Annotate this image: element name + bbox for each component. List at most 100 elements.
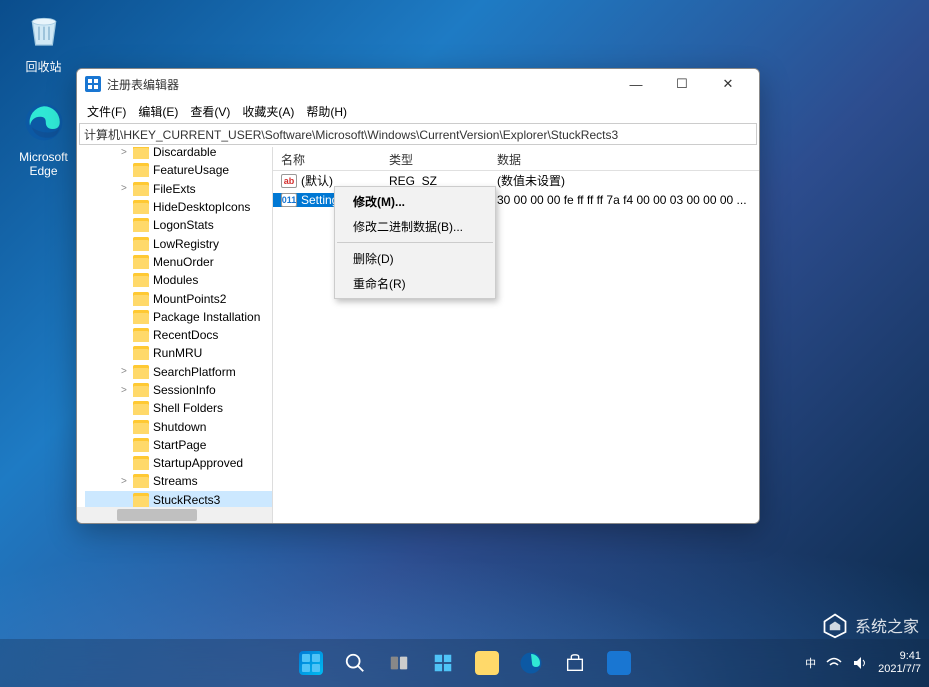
value-data: (数值未设置) — [489, 172, 759, 189]
menu-view[interactable]: 查看(V) — [184, 101, 236, 122]
tree-item-label: HideDesktopIcons — [153, 200, 250, 214]
context-separator — [337, 242, 493, 243]
context-modify-binary[interactable]: 修改二进制数据(B)... — [335, 214, 495, 239]
context-rename[interactable]: 重命名(R) — [335, 271, 495, 296]
watermark: 系统之家 — [821, 611, 919, 639]
tray-ime[interactable]: 中 — [805, 655, 816, 671]
system-tray[interactable]: 中 9:41 2021/7/7 — [805, 639, 921, 687]
column-type[interactable]: 类型 — [381, 147, 489, 170]
maximize-button[interactable]: ☐ — [659, 69, 705, 99]
tree-item-mountpoints2[interactable]: MountPoints2 — [85, 289, 272, 307]
tray-time[interactable]: 9:41 — [878, 650, 921, 663]
expand-icon[interactable]: > — [121, 366, 131, 377]
context-delete[interactable]: 删除(D) — [335, 246, 495, 271]
tree-item-featureusage[interactable]: FeatureUsage — [85, 161, 272, 179]
tree-item-hidedesktopicons[interactable]: HideDesktopIcons — [85, 198, 272, 216]
column-name[interactable]: 名称 — [273, 147, 381, 170]
tree-item-label: RecentDocs — [153, 328, 218, 342]
tree-item-label: MountPoints2 — [153, 292, 226, 306]
column-data[interactable]: 数据 — [489, 147, 759, 170]
tree-item-shutdown[interactable]: Shutdown — [85, 417, 272, 435]
expand-icon[interactable]: > — [121, 147, 131, 158]
context-modify[interactable]: 修改(M)... — [335, 189, 495, 214]
tree-item-streams[interactable]: >Streams — [85, 472, 272, 490]
taskbar-search[interactable] — [335, 643, 375, 683]
expand-icon[interactable]: > — [121, 385, 131, 396]
menu-file[interactable]: 文件(F) — [81, 101, 132, 122]
binary-value-icon: 011 — [281, 193, 297, 207]
tree-item-package-installation[interactable]: Package Installation — [85, 308, 272, 326]
folder-icon — [133, 383, 149, 397]
tree-item-label: StartPage — [153, 438, 206, 452]
tree-item-label: Modules — [153, 273, 198, 287]
menu-help[interactable]: 帮助(H) — [300, 101, 353, 122]
tree-item-label: Discardable — [153, 147, 216, 159]
expand-icon[interactable]: > — [121, 183, 131, 194]
folder-icon — [133, 147, 149, 159]
taskbar-explorer[interactable] — [467, 643, 507, 683]
string-value-icon: ab — [281, 174, 297, 188]
taskbar-taskview[interactable] — [379, 643, 419, 683]
search-icon — [344, 652, 366, 674]
tree-item-startupapproved[interactable]: StartupApproved — [85, 454, 272, 472]
tree-item-label: LogonStats — [153, 218, 214, 232]
tree-item-menuorder[interactable]: MenuOrder — [85, 253, 272, 271]
watermark-icon — [821, 611, 849, 639]
tree-item-modules[interactable]: Modules — [85, 271, 272, 289]
recycle-bin-icon — [24, 10, 64, 50]
menu-favorites[interactable]: 收藏夹(A) — [236, 101, 300, 122]
tree-item-label: SessionInfo — [153, 383, 216, 397]
minimize-button[interactable]: — — [613, 69, 659, 99]
tree-item-label: LowRegistry — [153, 237, 219, 251]
start-button[interactable] — [291, 643, 331, 683]
folder-icon — [133, 328, 149, 342]
tree-item-recentdocs[interactable]: RecentDocs — [85, 326, 272, 344]
tree-item-discardable[interactable]: > Discardable — [85, 147, 272, 161]
tree-item-shell-folders[interactable]: Shell Folders — [85, 399, 272, 417]
tray-date[interactable]: 2021/7/7 — [878, 663, 921, 676]
horizontal-scrollbar[interactable] — [77, 507, 272, 523]
folder-icon — [133, 474, 149, 488]
taskview-icon — [388, 652, 410, 674]
network-icon[interactable] — [826, 655, 842, 671]
folder-icon — [133, 420, 149, 434]
folder-icon — [133, 456, 149, 470]
folder-icon — [133, 237, 149, 251]
menu-edit[interactable]: 编辑(E) — [132, 101, 184, 122]
tree-item-searchplatform[interactable]: >SearchPlatform — [85, 363, 272, 381]
tree-item-label: Package Installation — [153, 310, 260, 324]
address-bar[interactable]: 计算机\HKEY_CURRENT_USER\Software\Microsoft… — [79, 123, 757, 145]
taskbar-regedit[interactable] — [599, 643, 639, 683]
volume-icon[interactable] — [852, 655, 868, 671]
edge-icon — [23, 101, 65, 143]
tree-item-label: RunMRU — [153, 346, 202, 360]
tree-pane[interactable]: > Discardable FeatureUsage>FileExts HideDes… — [77, 147, 273, 523]
folder-icon — [133, 365, 149, 379]
tree-item-sessioninfo[interactable]: > SessionInfo — [85, 381, 272, 399]
titlebar[interactable]: 注册表编辑器 — ☐ ✕ — [77, 69, 759, 99]
desktop-icon-edge[interactable]: Microsoft Edge — [6, 98, 81, 178]
tree-item-label: Shutdown — [153, 420, 206, 434]
desktop-icon-recycle-bin[interactable]: 回收站 — [6, 6, 81, 75]
close-button[interactable]: ✕ — [705, 69, 751, 99]
store-icon — [564, 652, 586, 674]
folder-icon — [133, 182, 149, 196]
expand-icon[interactable]: > — [121, 476, 131, 487]
tree-item-fileexts[interactable]: >FileExts — [85, 180, 272, 198]
taskbar-widgets[interactable] — [423, 643, 463, 683]
folder-icon — [133, 273, 149, 287]
edge-icon — [519, 651, 543, 675]
list-header: 名称 类型 数据 — [273, 147, 759, 171]
folder-icon — [133, 310, 149, 324]
folder-icon — [133, 346, 149, 360]
menubar: 文件(F) 编辑(E) 查看(V) 收藏夹(A) 帮助(H) — [77, 99, 759, 123]
tree-item-logonstats[interactable]: LogonStats — [85, 216, 272, 234]
value-name: (默认) — [301, 172, 333, 189]
tree-item-startpage[interactable]: StartPage — [85, 436, 272, 454]
taskbar-edge[interactable] — [511, 643, 551, 683]
tree-item-runmru[interactable]: RunMRU — [85, 344, 272, 362]
tree-item-lowregistry[interactable]: LowRegistry — [85, 234, 272, 252]
folder-icon — [133, 292, 149, 306]
taskbar-store[interactable] — [555, 643, 595, 683]
widgets-icon — [432, 652, 454, 674]
